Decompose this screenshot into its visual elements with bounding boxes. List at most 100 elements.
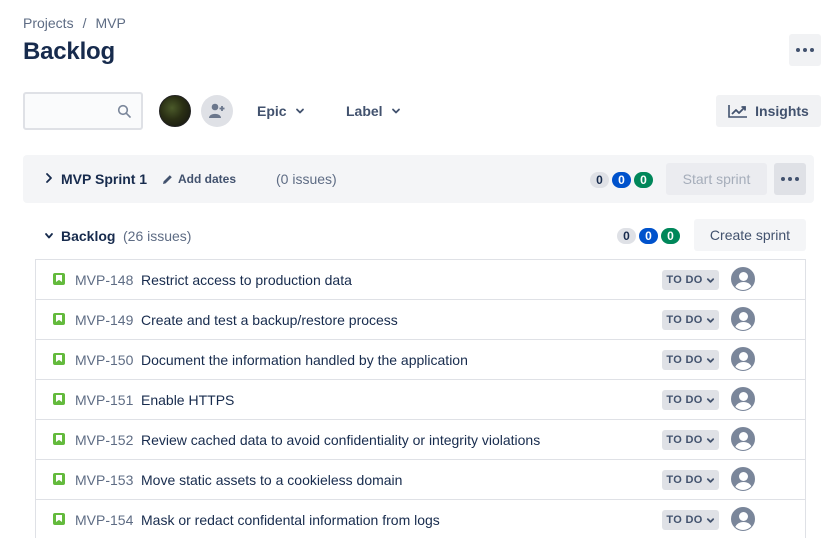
story-icon bbox=[53, 273, 65, 285]
done-count-badge: 0 bbox=[634, 172, 653, 188]
status-dropdown[interactable]: TO DO bbox=[662, 350, 719, 370]
issue-key[interactable]: MVP-152 bbox=[75, 432, 133, 448]
issue-key[interactable]: MVP-149 bbox=[75, 312, 133, 328]
user-avatar[interactable] bbox=[159, 95, 191, 127]
status-label: TO DO bbox=[666, 274, 703, 286]
status-dropdown[interactable]: TO DO bbox=[662, 310, 719, 330]
chevron-right-icon[interactable] bbox=[44, 172, 54, 184]
chevron-down-icon bbox=[295, 108, 304, 114]
status-label: TO DO bbox=[666, 394, 703, 406]
epic-filter-label: Epic bbox=[257, 103, 287, 119]
issue-summary: Document the information handled by the … bbox=[141, 352, 468, 368]
status-label: TO DO bbox=[666, 514, 703, 526]
sprint-container: MVP Sprint 1 Add dates (0 issues) 0 0 0 … bbox=[23, 155, 814, 203]
unassigned-avatar-icon[interactable] bbox=[731, 387, 755, 411]
todo-count-badge: 0 bbox=[590, 172, 609, 188]
breadcrumb-projects-link[interactable]: Projects bbox=[23, 15, 74, 31]
start-sprint-button[interactable]: Start sprint bbox=[666, 163, 767, 195]
unassigned-avatar-icon[interactable] bbox=[731, 427, 755, 451]
issue-summary: Mask or redact confidental information f… bbox=[141, 512, 440, 528]
story-icon bbox=[53, 393, 65, 405]
story-icon bbox=[53, 433, 65, 445]
add-people-button[interactable] bbox=[201, 95, 233, 127]
page-title: Backlog bbox=[23, 38, 115, 65]
pencil-icon bbox=[163, 174, 172, 184]
issue-summary: Restrict access to production data bbox=[141, 272, 352, 288]
insights-label: Insights bbox=[755, 103, 809, 119]
story-icon bbox=[53, 473, 65, 485]
issue-key[interactable]: MVP-153 bbox=[75, 472, 133, 488]
status-dropdown[interactable]: TO DO bbox=[662, 430, 719, 450]
unassigned-avatar-icon[interactable] bbox=[731, 507, 755, 531]
label-filter-label: Label bbox=[346, 103, 383, 119]
insights-button[interactable]: Insights bbox=[716, 95, 821, 127]
search-icon bbox=[117, 104, 131, 118]
chevron-down-icon[interactable] bbox=[44, 231, 54, 241]
status-label: TO DO bbox=[666, 434, 703, 446]
story-icon bbox=[53, 513, 65, 525]
more-icon bbox=[796, 48, 814, 52]
chevron-down-icon bbox=[706, 397, 714, 403]
add-dates-label: Add dates bbox=[178, 172, 237, 186]
chevron-down-icon bbox=[391, 108, 400, 114]
more-actions-button[interactable] bbox=[789, 34, 821, 66]
sprint-name[interactable]: MVP Sprint 1 bbox=[61, 171, 147, 187]
issue-row[interactable]: MVP-150 Document the information handled… bbox=[36, 340, 805, 380]
issue-key[interactable]: MVP-154 bbox=[75, 512, 133, 528]
more-icon bbox=[781, 177, 799, 181]
chevron-down-icon bbox=[706, 517, 714, 523]
chevron-down-icon bbox=[706, 357, 714, 363]
status-label: TO DO bbox=[666, 474, 703, 486]
sprint-status-counts: 0 0 0 bbox=[590, 172, 653, 188]
in-progress-count-badge: 0 bbox=[639, 228, 658, 244]
breadcrumb-project-link[interactable]: MVP bbox=[95, 15, 125, 31]
todo-count-badge: 0 bbox=[617, 228, 636, 244]
issue-row[interactable]: MVP-148 Restrict access to production da… bbox=[36, 260, 805, 300]
chevron-down-icon bbox=[706, 477, 714, 483]
trend-chart-icon bbox=[728, 105, 748, 118]
status-dropdown[interactable]: TO DO bbox=[662, 510, 719, 530]
story-icon bbox=[53, 313, 65, 325]
status-dropdown[interactable]: TO DO bbox=[662, 470, 719, 490]
search-input[interactable] bbox=[23, 92, 143, 130]
chevron-down-icon bbox=[706, 437, 714, 443]
add-dates-button[interactable]: Add dates bbox=[162, 172, 236, 186]
unassigned-avatar-icon[interactable] bbox=[731, 307, 755, 331]
sprint-more-button[interactable] bbox=[774, 163, 806, 195]
status-dropdown[interactable]: TO DO bbox=[662, 390, 719, 410]
backlog-issue-count: (26 issues) bbox=[123, 228, 192, 244]
done-count-badge: 0 bbox=[661, 228, 680, 244]
story-icon bbox=[53, 353, 65, 365]
chevron-down-icon bbox=[706, 277, 714, 283]
create-sprint-button[interactable]: Create sprint bbox=[694, 219, 806, 251]
unassigned-avatar-icon[interactable] bbox=[731, 347, 755, 371]
unassigned-avatar-icon[interactable] bbox=[731, 267, 755, 291]
status-label: TO DO bbox=[666, 314, 703, 326]
issue-row[interactable]: MVP-154 Mask or redact confidental infor… bbox=[36, 500, 805, 538]
issue-row[interactable]: MVP-151 Enable HTTPS TO DO bbox=[36, 380, 805, 420]
issue-key[interactable]: MVP-148 bbox=[75, 272, 133, 288]
status-label: TO DO bbox=[666, 354, 703, 366]
breadcrumb-separator: / bbox=[82, 15, 87, 31]
issue-row[interactable]: MVP-152 Review cached data to avoid conf… bbox=[36, 420, 805, 460]
issue-row[interactable]: MVP-149 Create and test a backup/restore… bbox=[36, 300, 805, 340]
backlog-name[interactable]: Backlog bbox=[61, 228, 115, 244]
issue-list: MVP-148 Restrict access to production da… bbox=[35, 259, 806, 538]
sprint-issue-count: (0 issues) bbox=[276, 171, 337, 187]
issue-key[interactable]: MVP-151 bbox=[75, 392, 133, 408]
epic-filter-button[interactable]: Epic bbox=[257, 95, 305, 127]
issue-summary: Move static assets to a cookieless domai… bbox=[141, 472, 403, 488]
issue-summary: Create and test a backup/restore process bbox=[141, 312, 398, 328]
issue-summary: Review cached data to avoid confidential… bbox=[141, 432, 541, 448]
issue-row[interactable]: MVP-153 Move static assets to a cookiele… bbox=[36, 460, 805, 500]
add-person-icon bbox=[209, 103, 225, 118]
issue-summary: Enable HTTPS bbox=[141, 392, 235, 408]
unassigned-avatar-icon[interactable] bbox=[731, 467, 755, 491]
chevron-down-icon bbox=[706, 317, 714, 323]
issue-key[interactable]: MVP-150 bbox=[75, 352, 133, 368]
breadcrumb: Projects / MVP bbox=[23, 15, 126, 31]
in-progress-count-badge: 0 bbox=[612, 172, 631, 188]
backlog-status-counts: 0 0 0 bbox=[617, 228, 680, 244]
label-filter-button[interactable]: Label bbox=[346, 95, 401, 127]
status-dropdown[interactable]: TO DO bbox=[662, 270, 719, 290]
